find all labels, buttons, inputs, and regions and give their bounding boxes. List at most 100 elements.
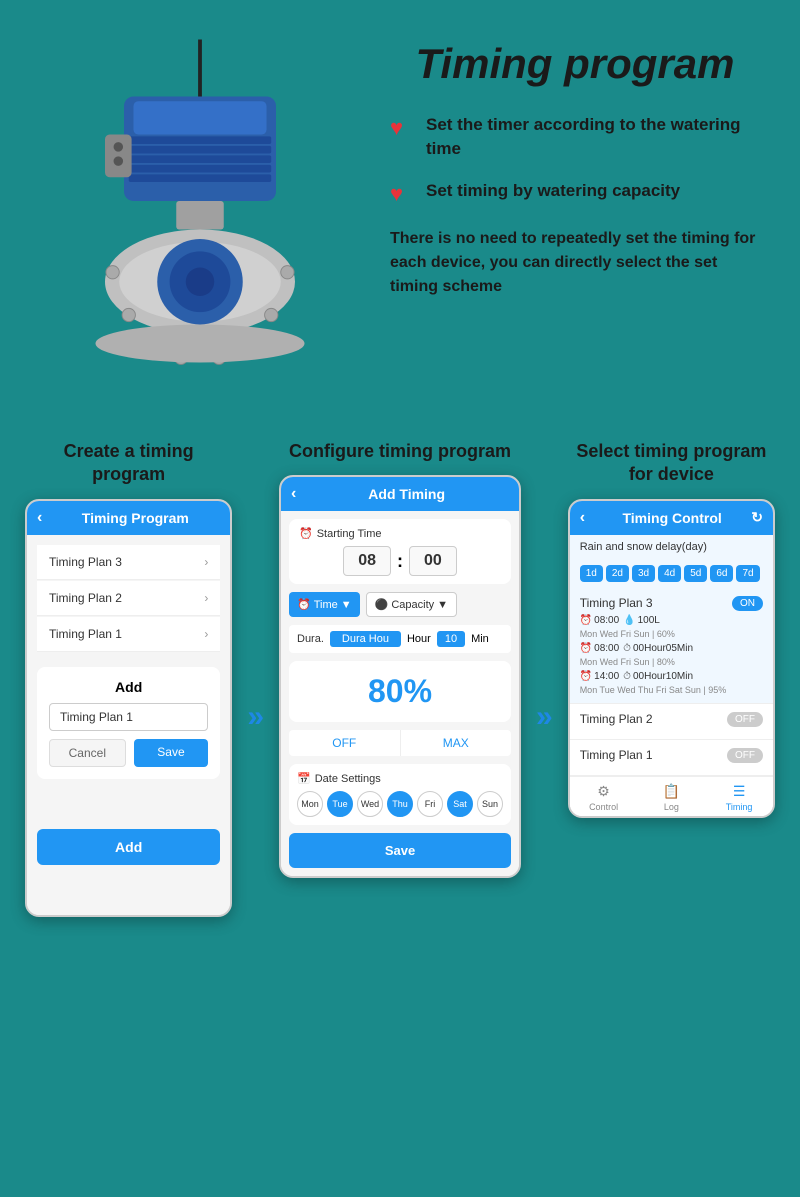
- plan-item-3[interactable]: Timing Plan 3 ›: [37, 545, 220, 580]
- cap-icon-1: 💧: [623, 615, 635, 626]
- timing-entry-2: ⏰ 08:00 ⏱ 00Hour05Min: [580, 643, 763, 654]
- delay-6d[interactable]: 6d: [710, 565, 733, 582]
- chevron-1: ›: [204, 627, 208, 641]
- time-colon: :: [397, 551, 403, 572]
- cap-icon-2: ⏱: [623, 643, 631, 654]
- clock-icon-3: ⏰: [580, 671, 592, 682]
- entry3-capacity: ⏱ 00Hour10Min: [623, 671, 693, 682]
- timing-plan-1-header: Timing Plan 1 OFF: [580, 748, 763, 763]
- entry2-capacity: ⏱ 00Hour05Min: [623, 643, 693, 654]
- column-title-2: Configure timing program: [289, 440, 511, 463]
- add-dialog-title: Add: [49, 679, 208, 695]
- day-sun[interactable]: Sun: [477, 791, 503, 817]
- minute-box[interactable]: 00: [409, 546, 457, 576]
- max-button[interactable]: MAX: [401, 730, 512, 756]
- forward-arrow-1: »: [247, 700, 264, 734]
- add-timing-body: ⏰ Starting Time 08 : 00 ⏰ Time ▼: [281, 511, 519, 876]
- min-num[interactable]: 10: [437, 631, 465, 647]
- entry2-sub: Mon Wed Fri Sun | 80%: [580, 657, 763, 667]
- chevron-2: ›: [204, 591, 208, 605]
- plan-name-1: Timing Plan 1: [49, 627, 122, 641]
- dura-label: Dura.: [297, 633, 324, 645]
- day-tue[interactable]: Tue: [327, 791, 353, 817]
- hour-box[interactable]: 08: [343, 546, 391, 576]
- feature-text-1: Set the timer according to the watering …: [426, 113, 760, 161]
- date-settings-label: 📅 Date Settings: [297, 772, 503, 785]
- timing-plan-1-section: Timing Plan 1 OFF: [570, 740, 773, 776]
- phone-title-3: Timing Control: [593, 510, 751, 526]
- delay-2d[interactable]: 2d: [606, 565, 629, 582]
- day-sat[interactable]: Sat: [447, 791, 473, 817]
- day-wed[interactable]: Wed: [357, 791, 383, 817]
- column-title-1: Create a timing program: [25, 440, 232, 487]
- back-arrow-2[interactable]: ‹: [291, 485, 296, 503]
- description-text: There is no need to repeatedly set the t…: [390, 227, 760, 299]
- phone-configure: ‹ Add Timing ⏰ Starting Time 08 : 00: [279, 475, 521, 878]
- timing-plan-2-header: Timing Plan 2 OFF: [580, 712, 763, 727]
- phone-title-2: Add Timing: [304, 486, 509, 502]
- cap-icon-3: ⏱: [623, 671, 631, 682]
- toggle-plan-3[interactable]: ON: [732, 596, 763, 611]
- right-content: Timing program ♥ Set the timer according…: [390, 30, 760, 299]
- phone-body-1: Timing Plan 3 › Timing Plan 2 › Timing P…: [27, 535, 230, 915]
- delay-4d[interactable]: 4d: [658, 565, 681, 582]
- plan-item-1[interactable]: Timing Plan 1 ›: [37, 617, 220, 652]
- feature-item-1: ♥ Set the timer according to the waterin…: [390, 113, 760, 161]
- entry3-sub: Mon Tue Wed Thu Fri Sat Sun | 95%: [580, 685, 763, 695]
- timing-entry-1: ⏰ 08:00 💧 100L: [580, 615, 763, 626]
- add-dialog: Add Timing Plan 1 Cancel Save: [37, 667, 220, 779]
- delay-5d[interactable]: 5d: [684, 565, 707, 582]
- timing-plan-3-header: Timing Plan 3 ON: [580, 596, 763, 611]
- rain-delay-bar: Rain and snow delay(day): [570, 535, 773, 559]
- day-mon[interactable]: Mon: [297, 791, 323, 817]
- save-button[interactable]: Save: [134, 739, 209, 767]
- time-select[interactable]: ⏰ Time ▼: [289, 592, 360, 617]
- delay-7d[interactable]: 7d: [736, 565, 759, 582]
- footer-timing[interactable]: ☰ Timing: [705, 783, 773, 812]
- clock-icon-1: ⏰: [580, 615, 592, 626]
- back-arrow-3[interactable]: ‹: [580, 509, 585, 527]
- percent-value: 80%: [301, 673, 499, 710]
- add-dialog-input[interactable]: Timing Plan 1: [49, 703, 208, 731]
- page-title: Timing program: [390, 40, 760, 88]
- chevron-3: ›: [204, 555, 208, 569]
- arrow-2: »: [536, 440, 553, 734]
- control-icon: ⚙: [597, 783, 610, 800]
- cancel-button[interactable]: Cancel: [49, 739, 126, 767]
- date-settings: 📅 Date Settings Mon Tue Wed Thu Fri Sat …: [289, 764, 511, 825]
- arrow-1: »: [247, 440, 264, 734]
- delay-1d[interactable]: 1d: [580, 565, 603, 582]
- day-thu[interactable]: Thu: [387, 791, 413, 817]
- entry3-time: ⏰ 14:00: [580, 671, 619, 682]
- phone-create: ‹ Timing Program Timing Plan 3 › Timing …: [25, 499, 232, 917]
- phone-title-1: Timing Program: [50, 510, 220, 526]
- column-title-3: Select timing program for device: [568, 440, 775, 487]
- column-create: Create a timing program ‹ Timing Program…: [25, 440, 232, 917]
- plan-name-3: Timing Plan 3: [49, 555, 122, 569]
- starting-time-label: ⏰ Starting Time: [299, 527, 501, 540]
- dura-hour[interactable]: Dura Hou: [330, 631, 401, 647]
- phone-header-1: ‹ Timing Program: [27, 501, 230, 535]
- refresh-icon[interactable]: ↻: [751, 509, 763, 526]
- capacity-select[interactable]: ⚫ Capacity ▼: [366, 592, 457, 617]
- off-button[interactable]: OFF: [289, 730, 401, 756]
- phone-select: ‹ Timing Control ↻ Rain and snow delay(d…: [568, 499, 775, 818]
- entry2-time: ⏰ 08:00: [580, 643, 619, 654]
- toggle-plan-2[interactable]: OFF: [727, 712, 763, 727]
- configure-save-button[interactable]: Save: [289, 833, 511, 868]
- footer-log[interactable]: 📋 Log: [637, 783, 705, 812]
- days-row: Mon Tue Wed Thu Fri Sat Sun: [297, 791, 503, 817]
- phone3-footer: ⚙ Control 📋 Log ☰ Timing: [570, 776, 773, 816]
- delay-3d[interactable]: 3d: [632, 565, 655, 582]
- toggle-plan-1[interactable]: OFF: [727, 748, 763, 763]
- timing-control-body: Rain and snow delay(day) 1d 2d 3d 4d 5d …: [570, 535, 773, 816]
- add-bottom-button[interactable]: Add: [37, 829, 220, 865]
- timing-plan-3-name: Timing Plan 3: [580, 596, 653, 610]
- heart-icon-1: ♥: [390, 115, 414, 141]
- bottom-section: Create a timing program ‹ Timing Program…: [0, 430, 800, 947]
- day-fri[interactable]: Fri: [417, 791, 443, 817]
- plan-item-2[interactable]: Timing Plan 2 ›: [37, 581, 220, 616]
- back-arrow-1[interactable]: ‹: [37, 509, 42, 527]
- footer-control[interactable]: ⚙ Control: [570, 783, 638, 812]
- forward-arrow-2: »: [536, 700, 553, 734]
